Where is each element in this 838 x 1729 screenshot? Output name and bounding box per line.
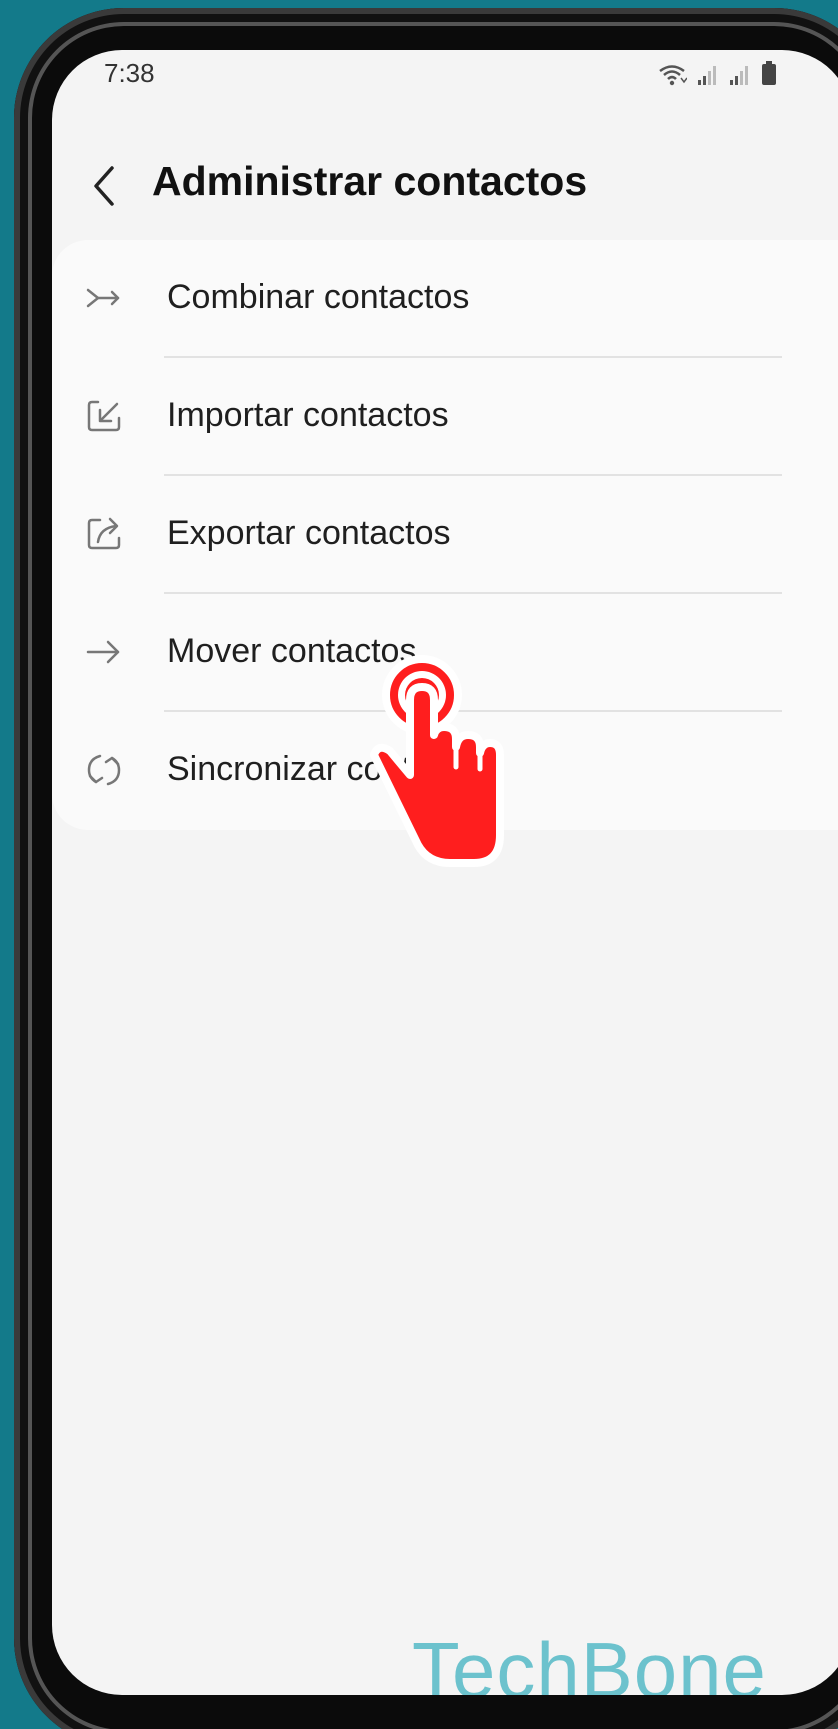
app-header: Administrar contactos xyxy=(52,140,838,230)
battery-icon xyxy=(762,61,776,85)
back-button[interactable] xyxy=(82,158,126,214)
merge-icon xyxy=(86,288,120,308)
menu-item-label: Mover contactos xyxy=(167,632,417,670)
menu-item-importar-contactos[interactable]: Importar contactos xyxy=(52,358,782,476)
sync-icon xyxy=(87,754,121,786)
status-icons xyxy=(657,56,777,86)
page-title: Administrar contactos xyxy=(152,158,588,204)
export-icon xyxy=(87,517,121,550)
chevron-left-icon xyxy=(94,166,114,206)
menu-item-combinar-contactos[interactable]: Combinar contactos xyxy=(52,240,782,358)
menu-item-sincronizar-contactos[interactable]: Sincronizar contactos xyxy=(52,712,782,830)
menu-item-label: Importar contactos xyxy=(167,396,449,434)
menu-item-label: Sincronizar contactos xyxy=(167,750,493,788)
menu-item-mover-contactos[interactable]: Mover contactos xyxy=(52,594,782,712)
signal-icon xyxy=(698,66,716,85)
wifi-icon xyxy=(659,65,687,86)
status-time: 7:38 xyxy=(104,58,155,88)
menu-item-label: Exportar contactos xyxy=(167,514,451,552)
import-icon xyxy=(87,400,121,432)
stage: 7:38 Administrar contactos Combinar cont… xyxy=(0,0,838,1729)
status-bar: 7:38 xyxy=(52,50,838,110)
signal-icon xyxy=(730,66,748,85)
menu-card: Combinar contactos Importar contactos Ex… xyxy=(52,240,838,830)
menu-item-label: Combinar contactos xyxy=(167,278,470,316)
watermark: TechBone xyxy=(412,1626,767,1695)
arrow-right-icon xyxy=(86,640,120,664)
menu-item-exportar-contactos[interactable]: Exportar contactos xyxy=(52,476,782,594)
phone-screen: 7:38 Administrar contactos Combinar cont… xyxy=(52,50,838,1695)
